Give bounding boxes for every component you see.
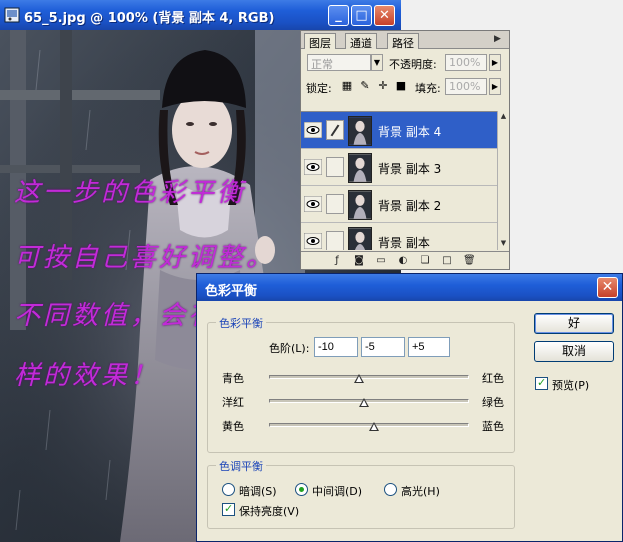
adjustment-layer-icon[interactable]: ◐ [397, 255, 409, 267]
new-group-folder-icon[interactable]: ▭ [375, 255, 387, 267]
layers-scrollbar[interactable]: ▲ ▼ [497, 111, 509, 250]
cyan-red-slider[interactable] [269, 375, 469, 379]
dialog-close-button[interactable]: ✕ [597, 277, 618, 298]
maximize-button[interactable]: □ [351, 5, 372, 26]
layer-mask-icon[interactable]: ◙ [353, 255, 365, 267]
minimize-button[interactable]: _ [328, 5, 349, 26]
layer-name: 背景 副本 [378, 236, 430, 250]
scroll-up-icon[interactable]: ▲ [498, 111, 509, 122]
cyan-label: 青色 [222, 372, 244, 385]
lock-move-icon[interactable]: ✛ [377, 80, 389, 92]
opacity-field[interactable]: 100% [445, 54, 487, 71]
green-label: 绿色 [482, 396, 504, 409]
layer-style-icon[interactable]: ƒ [331, 255, 343, 267]
visibility-eye-icon[interactable] [304, 196, 322, 212]
paintbrush-link-icon[interactable] [326, 120, 344, 140]
level-cyan-red-input[interactable] [314, 337, 358, 357]
level-yellow-blue-input[interactable] [408, 337, 450, 357]
lock-fill-row: 锁定: ▦ ✎ ✛ ■ 填充: 100% ▶ [301, 75, 509, 97]
layer-thumbnail [348, 116, 372, 146]
tab-layers[interactable]: 图层 [304, 33, 336, 50]
lock-transparency-icon[interactable]: ▦ [341, 80, 353, 92]
tone-balance-group-label: 色调平衡 [216, 458, 266, 474]
yellow-label: 黄色 [222, 420, 244, 433]
layer-row[interactable]: 背景 副本 [301, 223, 497, 250]
lock-all-icon[interactable]: ■ [395, 80, 407, 92]
magenta-label: 洋红 [222, 396, 244, 409]
layer-link-slot[interactable] [326, 194, 344, 214]
midtones-label[interactable]: 中间调(D) [312, 483, 362, 499]
blend-opacity-row: 正常 ▼ 不透明度: 100% ▶ [301, 51, 509, 73]
ok-button[interactable]: 好 [534, 313, 614, 334]
highlights-radio[interactable] [384, 483, 397, 496]
overlay-caption-line-1: 这一步的色彩平衡 [14, 178, 247, 208]
cyan-red-slider-thumb[interactable] [354, 374, 364, 383]
cancel-button[interactable]: 取消 [534, 341, 614, 362]
fill-arrow-icon[interactable]: ▶ [489, 78, 501, 95]
preview-checkbox[interactable] [535, 376, 548, 390]
layer-thumbnail [348, 153, 372, 183]
visibility-eye-icon[interactable] [304, 159, 322, 175]
shadows-radio[interactable] [222, 483, 235, 496]
layer-link-slot[interactable] [326, 157, 344, 177]
overlay-caption-line-4: 样的效果！ [14, 361, 160, 391]
blue-label: 蓝色 [482, 420, 504, 433]
document-title: 65_5.jpg @ 100% (背景 副本 4, RGB) [24, 11, 275, 26]
preserve-luminosity-checkbox[interactable] [222, 502, 235, 516]
midtones-radio[interactable] [295, 483, 308, 496]
fill-label: 填充: [415, 82, 441, 95]
layers-palette: 图层 通道 路径 ▶ 正常 ▼ 不透明度: 100% ▶ 锁定: ▦ ✎ ✛ ■… [300, 30, 510, 270]
yellow-blue-slider-thumb[interactable] [369, 422, 379, 431]
layer-name: 背景 副本 3 [378, 162, 442, 176]
layer-row[interactable]: 背景 副本 2 [301, 186, 497, 223]
blend-mode-select[interactable]: 正常 [307, 54, 371, 71]
level-magenta-green-input[interactable] [361, 337, 405, 357]
dialog-title: 色彩平衡 [205, 284, 258, 299]
lock-label: 锁定: [306, 82, 332, 95]
color-balance-dialog: 色彩平衡 ✕ 色彩平衡 色阶(L): 青色 红色 洋红 绿色 黄色 蓝色 色调平… [196, 273, 623, 542]
scroll-down-icon[interactable]: ▼ [498, 238, 509, 249]
opacity-label: 不透明度: [389, 58, 437, 71]
lock-paint-brush-icon[interactable]: ✎ [359, 80, 371, 92]
palette-menu-icon[interactable]: ▶ [494, 34, 506, 46]
overlay-caption-line-2: 可按自己喜好调整。 [14, 243, 276, 273]
photoshop-document-icon [4, 7, 20, 23]
document-title-bar[interactable]: 65_5.jpg @ 100% (背景 副本 4, RGB) _ □ ✕ [0, 0, 401, 30]
layer-name: 背景 副本 4 [378, 125, 442, 139]
layer-row[interactable]: 背景 副本 4 [301, 112, 497, 149]
magenta-green-slider[interactable] [269, 399, 469, 403]
layer-name: 背景 副本 2 [378, 199, 442, 213]
visibility-eye-icon[interactable] [304, 122, 322, 138]
preview-label[interactable]: 预览(P) [552, 377, 589, 393]
tab-channels[interactable]: 通道 [345, 33, 377, 50]
blend-mode-dropdown-icon[interactable]: ▼ [371, 54, 383, 71]
fill-field[interactable]: 100% [445, 78, 487, 95]
layer-thumbnail [348, 190, 372, 220]
shadows-label[interactable]: 暗调(S) [239, 483, 277, 499]
dialog-title-bar[interactable]: 色彩平衡 ✕ [197, 274, 622, 301]
new-layer-icon[interactable]: □ [441, 255, 453, 267]
layer-row[interactable]: 背景 副本 3 [301, 149, 497, 186]
tab-paths[interactable]: 路径 [387, 33, 419, 50]
layer-list: 背景 副本 4 背景 副本 3 背景 副本 2 背景 副本 [301, 111, 497, 250]
preserve-luminosity-label[interactable]: 保持亮度(V) [239, 503, 299, 519]
magenta-green-slider-thumb[interactable] [359, 398, 369, 407]
close-button[interactable]: ✕ [374, 5, 395, 26]
visibility-eye-icon[interactable] [304, 233, 322, 249]
highlights-label[interactable]: 高光(H) [401, 483, 440, 499]
red-label: 红色 [482, 372, 504, 385]
color-balance-group-label: 色彩平衡 [216, 315, 266, 331]
opacity-arrow-icon[interactable]: ▶ [489, 54, 501, 71]
new-layer-icon[interactable]: ❏ [419, 255, 431, 267]
layers-bottom-toolbar: ƒ ◙ ▭ ◐ ❏ □ 🗑 [301, 251, 509, 269]
layer-link-slot[interactable] [326, 231, 344, 250]
trash-icon[interactable]: 🗑 [463, 255, 476, 267]
layer-thumbnail [348, 227, 372, 250]
levels-label: 色阶(L): [269, 342, 310, 355]
palette-tabs: 图层 通道 路径 ▶ [301, 31, 509, 50]
